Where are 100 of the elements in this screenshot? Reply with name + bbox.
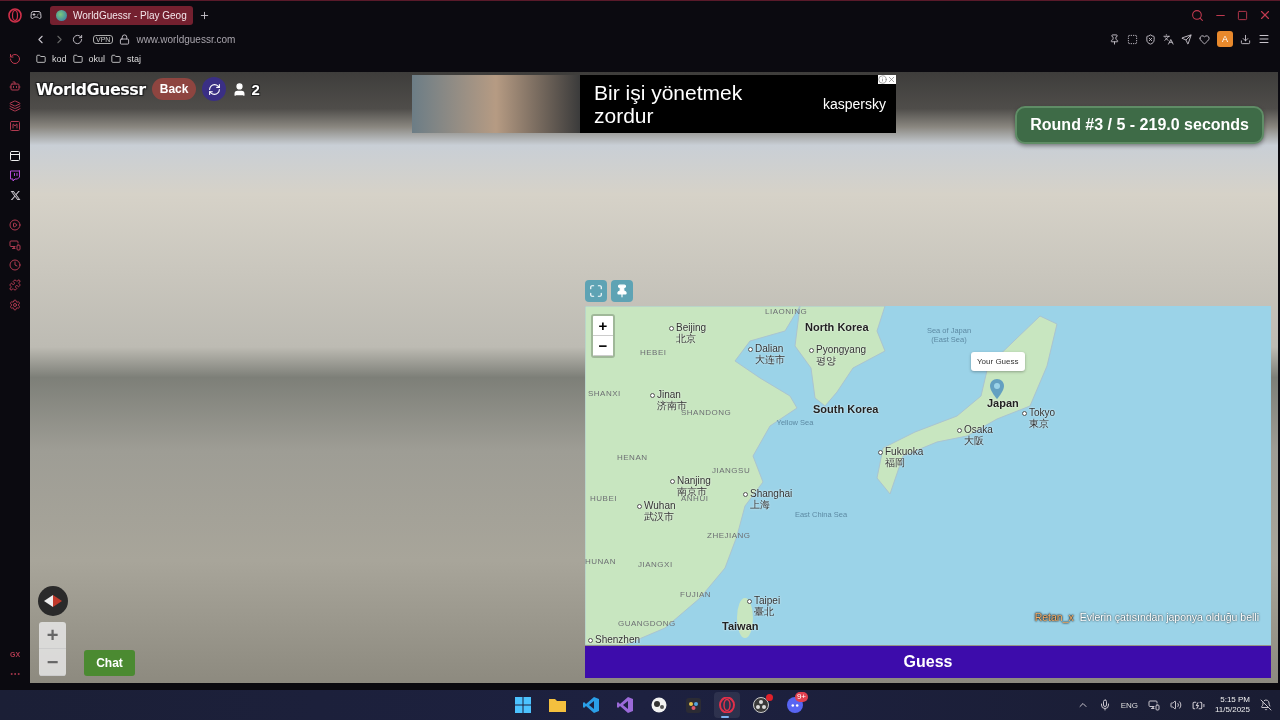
pin-button[interactable] xyxy=(611,280,633,302)
app-icon[interactable] xyxy=(9,150,21,162)
bookmark-link[interactable]: staj xyxy=(127,54,142,64)
city-local-label: 평양 xyxy=(816,355,836,366)
city-dot-icon xyxy=(669,326,674,331)
shield-icon[interactable] xyxy=(1145,33,1156,45)
obs-icon xyxy=(753,697,769,713)
zoom-out-button[interactable]: − xyxy=(593,336,613,356)
search-icon[interactable] xyxy=(1191,8,1204,22)
taskbar-app-button[interactable]: 9+ xyxy=(782,692,808,718)
menu-icon[interactable] xyxy=(1258,33,1270,45)
clock[interactable]: 5:15 PM 11/5/2025 xyxy=(1215,695,1250,715)
city-dot-icon xyxy=(1022,411,1027,416)
user-icon xyxy=(232,81,248,97)
player-count: 2 xyxy=(251,80,260,98)
play-icon[interactable] xyxy=(9,219,21,231)
region-label: HENAN xyxy=(617,453,648,462)
reload-icon[interactable] xyxy=(72,33,83,45)
chat-button[interactable]: Chat xyxy=(84,650,135,676)
code-editor-icon xyxy=(583,697,599,713)
lock-icon[interactable] xyxy=(119,33,131,45)
download-icon[interactable] xyxy=(1240,33,1251,45)
city-dot-icon xyxy=(878,450,883,455)
bell-icon[interactable] xyxy=(1260,699,1272,711)
city-local-label: 大连市 xyxy=(755,354,785,365)
region-label: HUBEI xyxy=(590,494,617,503)
folder-icon xyxy=(72,54,83,64)
city-label: Dalian xyxy=(755,344,785,354)
bookmark-link[interactable]: kod xyxy=(52,54,67,64)
devices-icon[interactable] xyxy=(9,239,21,251)
city-local-label: 上海 xyxy=(750,499,770,510)
city-label: Pyongyang xyxy=(816,345,867,355)
new-tab-icon[interactable] xyxy=(198,9,210,21)
city-local-label: 大阪 xyxy=(964,435,985,446)
region-label: JIANGSU xyxy=(712,466,751,475)
maximize-icon[interactable] xyxy=(1237,9,1248,21)
region-label: ZHEJIANG xyxy=(707,531,751,540)
city-dot-icon xyxy=(957,428,962,433)
folder-icon xyxy=(548,698,566,712)
city-dot-icon xyxy=(809,348,814,353)
opera-logo-icon[interactable] xyxy=(8,7,22,23)
zoom-out-button[interactable]: − xyxy=(39,649,66,676)
zoom-in-button[interactable]: + xyxy=(593,316,613,336)
send-icon[interactable] xyxy=(1181,33,1192,45)
city-label: Fukuoka xyxy=(885,447,924,457)
city-label: Tokyo xyxy=(1029,408,1056,418)
bot-icon[interactable] xyxy=(9,80,21,92)
city-dot-icon xyxy=(747,599,752,604)
city-label: Shanghai xyxy=(750,489,793,499)
region-label: HUNAN xyxy=(585,557,616,566)
city-label: Shenzhen xyxy=(595,635,641,645)
chat-username: Retan_x xyxy=(1034,611,1074,623)
zoom-in-button[interactable]: + xyxy=(39,622,66,649)
guess-tooltip: Your Guess xyxy=(971,352,1025,371)
network-icon[interactable] xyxy=(1148,699,1160,711)
round-timer: Round #3 / 5 - 219.0 seconds xyxy=(1015,106,1264,144)
city-label: Nanjing xyxy=(677,476,711,486)
layers-icon[interactable] xyxy=(9,100,21,112)
heart-icon[interactable] xyxy=(1199,33,1210,45)
city-local-label: 臺北 xyxy=(754,606,774,617)
bookmark-link[interactable]: okul xyxy=(88,54,106,64)
city-label: Jinan xyxy=(657,390,682,400)
m-square-icon[interactable] xyxy=(9,120,21,132)
city-local-label: 東京 xyxy=(1029,418,1050,429)
volume-icon[interactable] xyxy=(1170,699,1182,711)
country-label: Taiwan xyxy=(722,620,759,632)
city-label: Wuhan xyxy=(644,501,676,511)
ball-icon xyxy=(651,697,667,713)
expand-icon xyxy=(589,284,603,298)
notification-badge: 9+ xyxy=(794,692,808,702)
region-label: SHANXI xyxy=(588,389,621,398)
city-dot-icon xyxy=(637,504,642,509)
city-local-label: 武汉市 xyxy=(644,511,675,522)
country-label: South Korea xyxy=(813,403,879,415)
city-local-label: 南京市 xyxy=(677,486,707,497)
city-label: Taipei xyxy=(754,596,781,606)
country-label: Japan xyxy=(987,397,1019,409)
app-icon xyxy=(685,697,701,713)
city-dot-icon xyxy=(743,492,748,497)
windows-icon xyxy=(515,697,531,713)
region-label: HEBEI xyxy=(640,348,667,357)
ide-icon xyxy=(617,697,633,713)
snapshot-icon[interactable] xyxy=(1127,33,1138,45)
close-icon[interactable] xyxy=(1258,8,1272,22)
city-local-label: 北京 xyxy=(676,333,697,344)
microphone-icon[interactable] xyxy=(1098,699,1111,711)
language-indicator[interactable]: ENG xyxy=(1120,700,1138,710)
address-field[interactable]: www.worldguessr.com xyxy=(136,33,236,45)
region-label: GUANGDONG xyxy=(618,619,676,628)
x-logo-icon[interactable] xyxy=(9,190,21,201)
globe-icon xyxy=(56,9,67,21)
twitch-icon[interactable] xyxy=(9,170,21,182)
guess-button[interactable]: Guess xyxy=(585,646,1271,678)
browser-tab[interactable]: WorldGuessr - Play Geog xyxy=(50,5,193,25)
settings-icon[interactable] xyxy=(9,299,21,311)
region-label: LIAONING xyxy=(765,307,808,316)
translate-icon[interactable] xyxy=(1163,33,1174,45)
pin-icon[interactable] xyxy=(1109,33,1120,45)
history-icon[interactable] xyxy=(9,53,21,65)
city-label: Osaka xyxy=(964,425,993,435)
